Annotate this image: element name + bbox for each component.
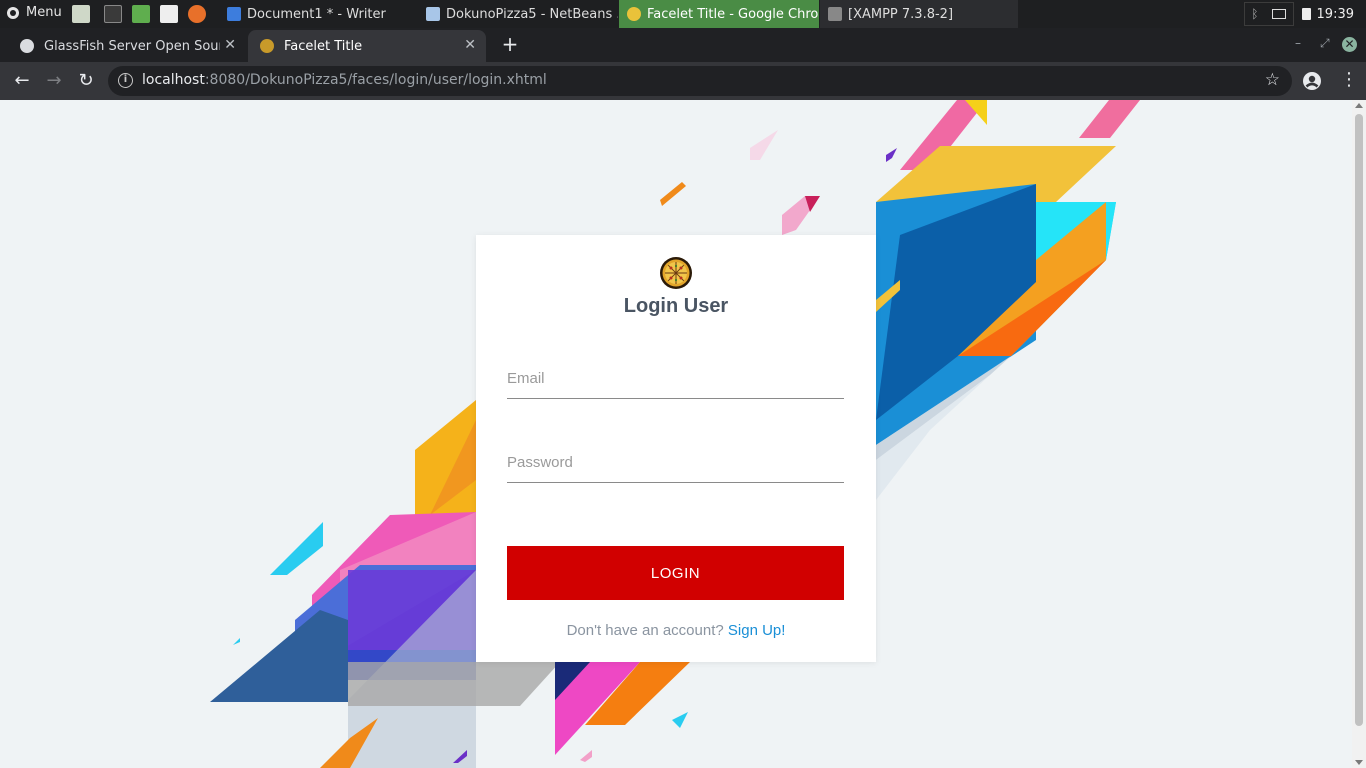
terminal-launcher-icon[interactable]: [104, 5, 122, 23]
tab-title: GlassFish Server Open Source Edition: [44, 38, 220, 54]
signup-prompt-text: Don't have an account?: [566, 622, 724, 639]
url-text[interactable]: localhost:8080/DokunoPizza5/faces/login/…: [142, 72, 547, 88]
signup-prompt-line: Don't have an account? Sign Up!: [476, 622, 876, 639]
close-tab-icon[interactable]: ✕: [224, 37, 236, 53]
scroll-up-arrow-icon[interactable]: [1355, 103, 1363, 108]
file-manager-launcher-icon[interactable]: [72, 5, 90, 23]
folder-launcher-icon[interactable]: [132, 5, 150, 23]
text-editor-launcher-icon[interactable]: [160, 5, 178, 23]
signup-link[interactable]: Sign Up!: [728, 622, 786, 639]
maximize-window-icon[interactable]: ⤢: [1320, 36, 1330, 51]
tab-facelet-title[interactable]: Facelet Title ✕: [248, 30, 486, 62]
browser-toolbar: ← → ↻ i localhost:8080/DokunoPizza5/face…: [0, 62, 1366, 100]
tab-glassfish[interactable]: GlassFish Server Open Source Edition ✕: [8, 30, 246, 62]
minimize-window-icon[interactable]: –: [1295, 36, 1301, 50]
netbeans-icon: [426, 7, 440, 21]
terminal-window-icon: [828, 7, 842, 21]
pizza-logo-icon: [660, 257, 692, 289]
forward-button[interactable]: →: [42, 69, 66, 93]
back-button[interactable]: ←: [10, 69, 34, 93]
writer-icon: [227, 7, 241, 21]
email-field[interactable]: [507, 359, 844, 399]
mint-logo-icon: [7, 6, 19, 19]
start-menu-button[interactable]: Menu: [6, 5, 62, 20]
window-button-writer[interactable]: Document1 * - Writer: [219, 0, 417, 28]
browser-menu-icon[interactable]: ⋮: [1340, 70, 1358, 90]
window-title: [XAMPP 7.3.8-2]: [848, 6, 954, 22]
site-info-icon[interactable]: i: [118, 73, 133, 88]
clock[interactable]: 19:39: [1317, 7, 1354, 22]
pizza-favicon: [260, 39, 274, 53]
login-card: Login User LOGIN Don't have an account? …: [476, 235, 876, 662]
login-button[interactable]: LOGIN: [507, 546, 844, 600]
os-taskbar: Menu Document1 * - Writer DokunoPizza5 -…: [0, 0, 1366, 28]
bluetooth-icon[interactable]: ᛒ: [1251, 7, 1258, 21]
window-button-xampp[interactable]: [XAMPP 7.3.8-2]: [820, 0, 1018, 28]
login-title: Login User: [623, 295, 729, 317]
scrollbar-thumb[interactable]: [1355, 114, 1363, 726]
close-tab-icon[interactable]: ✕: [464, 37, 476, 53]
password-field[interactable]: [507, 443, 844, 483]
window-title: Facelet Title - Google Chro...: [647, 6, 819, 22]
page-scrollbar[interactable]: [1352, 100, 1366, 768]
battery-icon[interactable]: [1301, 8, 1311, 20]
window-button-chrome[interactable]: Facelet Title - Google Chro...: [619, 0, 819, 28]
system-tray: ᛒ 19:39: [1243, 0, 1366, 28]
tray-applets: ᛒ: [1243, 2, 1294, 26]
window-title: DokunoPizza5 - NetBeans ...: [446, 6, 618, 22]
firefox-launcher-icon[interactable]: [188, 5, 206, 23]
address-bar[interactable]: i localhost:8080/DokunoPizza5/faces/logi…: [108, 66, 1292, 96]
browser-tab-strip: GlassFish Server Open Source Edition ✕ F…: [0, 28, 1366, 62]
display-icon[interactable]: [1271, 9, 1286, 19]
globe-icon: [20, 39, 34, 53]
scroll-down-arrow-icon[interactable]: [1355, 760, 1363, 765]
page-viewport: Login User LOGIN Don't have an account? …: [0, 100, 1366, 768]
window-title: Document1 * - Writer: [247, 6, 386, 22]
chrome-icon: [627, 7, 641, 21]
profile-avatar-icon[interactable]: [1302, 71, 1322, 91]
start-menu-label: Menu: [26, 5, 62, 20]
tab-title: Facelet Title: [284, 38, 363, 54]
reload-button[interactable]: ↻: [74, 69, 98, 93]
bookmark-star-icon[interactable]: ☆: [1265, 70, 1280, 90]
new-tab-button[interactable]: +: [498, 32, 522, 56]
close-window-icon[interactable]: ✕: [1342, 37, 1357, 52]
window-button-netbeans[interactable]: DokunoPizza5 - NetBeans ...: [418, 0, 618, 28]
